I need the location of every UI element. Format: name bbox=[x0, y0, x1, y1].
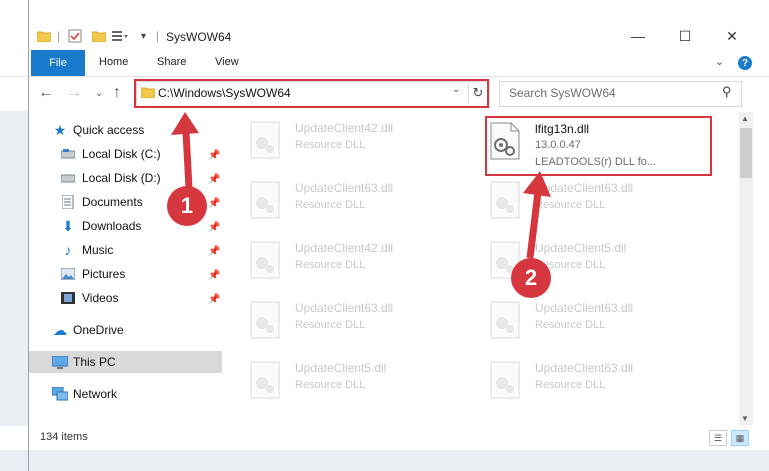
arrow-1 bbox=[171, 112, 199, 189]
annotation-arrows bbox=[171, 112, 551, 259]
arrow-2 bbox=[523, 171, 551, 259]
step-1-badge: 1 bbox=[167, 186, 207, 226]
explorer-window: | ▾ | SysWOW64 — ☐ ✕ File Home Share Vie… bbox=[0, 0, 769, 471]
step-2-badge: 2 bbox=[511, 258, 551, 298]
